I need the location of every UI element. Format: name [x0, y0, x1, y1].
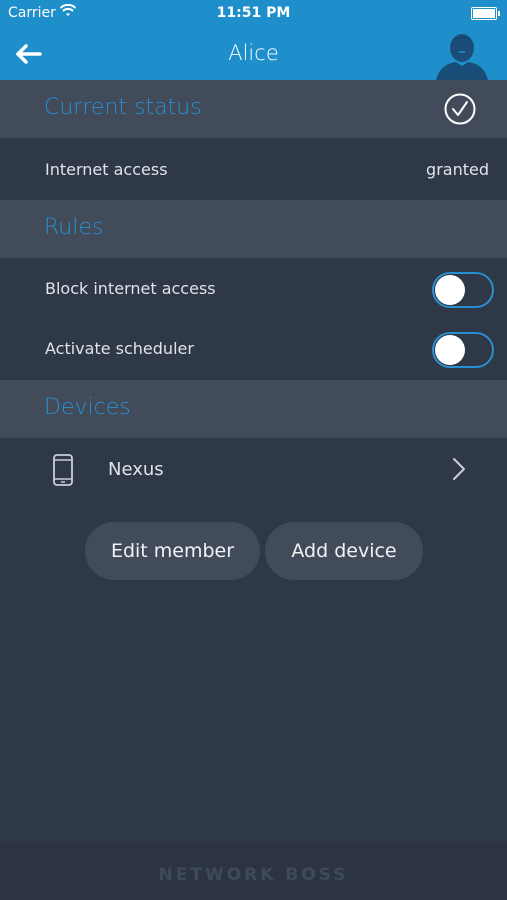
section-current-status: Current status	[0, 80, 507, 138]
section-title: Current status	[44, 95, 202, 120]
page-title: Alice	[228, 41, 279, 65]
section-title: Devices	[44, 395, 131, 420]
scheduler-row: Activate scheduler	[0, 319, 507, 379]
edit-member-button[interactable]: Edit member	[85, 522, 260, 580]
section-rules: Rules	[0, 200, 507, 258]
status-bar: Carrier 11:51 PM	[0, 0, 507, 28]
block-internet-toggle[interactable]	[432, 272, 494, 308]
device-row-nexus[interactable]: Nexus	[0, 439, 507, 499]
brand-logo-text: NETWORK BOSS	[158, 865, 349, 885]
internet-access-value: granted	[426, 160, 489, 179]
navigation-bar: Alice	[0, 28, 507, 80]
clock: 11:51 PM	[216, 5, 291, 21]
smartphone-icon	[53, 454, 73, 486]
toggle-knob	[435, 275, 465, 305]
device-name: Nexus	[108, 459, 164, 480]
chevron-right-icon	[453, 458, 465, 480]
block-internet-label: Block internet access	[45, 279, 216, 298]
battery-icon	[471, 7, 500, 20]
footer: NETWORK BOSS	[0, 842, 507, 900]
scheduler-toggle[interactable]	[432, 332, 494, 368]
internet-access-row: Internet access granted	[0, 140, 507, 200]
section-title: Rules	[44, 215, 104, 240]
checkmark-circle-icon	[444, 93, 476, 125]
add-device-button[interactable]: Add device	[265, 522, 423, 580]
internet-access-label: Internet access	[45, 160, 168, 179]
block-internet-row: Block internet access	[0, 259, 507, 319]
avatar[interactable]	[436, 30, 488, 80]
section-devices: Devices	[0, 380, 507, 438]
toggle-knob	[435, 335, 465, 365]
scheduler-label: Activate scheduler	[45, 339, 194, 358]
